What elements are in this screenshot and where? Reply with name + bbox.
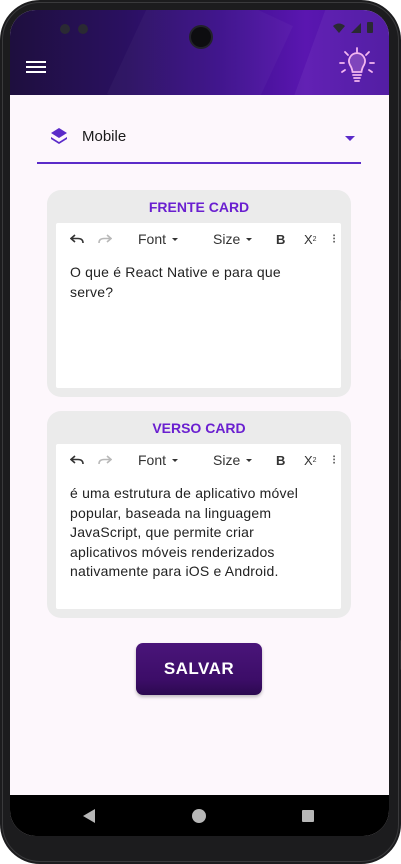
- redo-icon[interactable]: [98, 444, 112, 476]
- undo-icon[interactable]: [70, 223, 84, 255]
- layers-icon: [51, 128, 67, 144]
- size-dropdown-label: Size: [213, 231, 241, 247]
- size-dropdown[interactable]: Size: [213, 444, 253, 476]
- front-card: FRENTE CARD Font Size B X 2 ⁝ O que é Re…: [47, 190, 351, 397]
- lightbulb-logo-icon[interactable]: [337, 46, 377, 86]
- font-dropdown-label: Font: [138, 452, 167, 468]
- chevron-down-icon: [172, 237, 179, 241]
- phone-frame: Mobile FRENTE CARD Font Size B X 2 ⁝ O q…: [0, 0, 401, 864]
- front-editor-toolbar: Font Size B X2 ⁝: [56, 223, 341, 255]
- status-icons-right: [333, 22, 373, 33]
- toolbar-more-icon[interactable]: ⁝: [332, 444, 336, 476]
- status-icon: [60, 24, 70, 34]
- front-card-text: O que é React Native e para que serve?: [70, 264, 281, 300]
- recent-apps-icon[interactable]: [302, 810, 314, 822]
- subscript-index: 2: [312, 456, 317, 464]
- back-editor-toolbar: Font Size B X2 ⁝: [56, 444, 341, 476]
- front-card-title: FRENTE CARD: [148, 199, 250, 215]
- undo-icon[interactable]: [70, 444, 84, 476]
- size-dropdown[interactable]: Size: [213, 223, 253, 255]
- chevron-down-icon: [246, 458, 253, 462]
- status-icons-left: [60, 24, 88, 34]
- battery-icon: [367, 22, 373, 33]
- system-navigation-bar: [10, 795, 389, 836]
- home-icon[interactable]: [192, 809, 206, 823]
- font-dropdown-label: Font: [138, 231, 167, 247]
- save-button[interactable]: SALVAR: [136, 643, 262, 695]
- wifi-icon: [333, 23, 345, 33]
- redo-icon[interactable]: [98, 223, 112, 255]
- toolbar-more-icon[interactable]: ⁝: [332, 223, 336, 255]
- subscript-button[interactable]: X2: [304, 444, 317, 476]
- font-dropdown[interactable]: Font: [138, 223, 179, 255]
- subscript-index: 2: [312, 235, 317, 243]
- back-card-title: VERSO CARD: [152, 420, 246, 436]
- font-dropdown[interactable]: Font: [138, 444, 179, 476]
- signal-icon: [351, 22, 361, 33]
- chevron-down-icon: [246, 237, 253, 241]
- chevron-down-icon: [172, 458, 179, 462]
- hamburger-menu-icon[interactable]: [26, 58, 46, 74]
- size-dropdown-label: Size: [213, 452, 241, 468]
- back-icon[interactable]: [83, 809, 95, 823]
- dropdown-caret-icon: [345, 136, 355, 141]
- front-camera: [191, 27, 211, 47]
- subscript-label: X: [304, 452, 313, 468]
- app-header: [10, 10, 389, 151]
- status-icon: [78, 24, 88, 34]
- deck-select[interactable]: Mobile: [37, 114, 361, 164]
- back-card: VERSO CARD Font Size B X 2 ⁝ é uma estru…: [47, 411, 351, 618]
- back-card-editor[interactable]: Font Size B X2 ⁝ é uma estrutura de apli…: [56, 444, 341, 609]
- back-card-text: é uma estrutura de aplicativo móvel popu…: [70, 485, 298, 579]
- subscript-label: X: [304, 231, 313, 247]
- front-card-editor[interactable]: Font Size B X2 ⁝ O que é React Native e …: [56, 223, 341, 388]
- deck-select-value: Mobile: [82, 128, 127, 145]
- bold-button[interactable]: B: [276, 444, 285, 476]
- app-screen: Mobile FRENTE CARD Font Size B X 2 ⁝ O q…: [10, 10, 389, 836]
- subscript-button[interactable]: X2: [304, 223, 317, 255]
- bold-button[interactable]: B: [276, 223, 285, 255]
